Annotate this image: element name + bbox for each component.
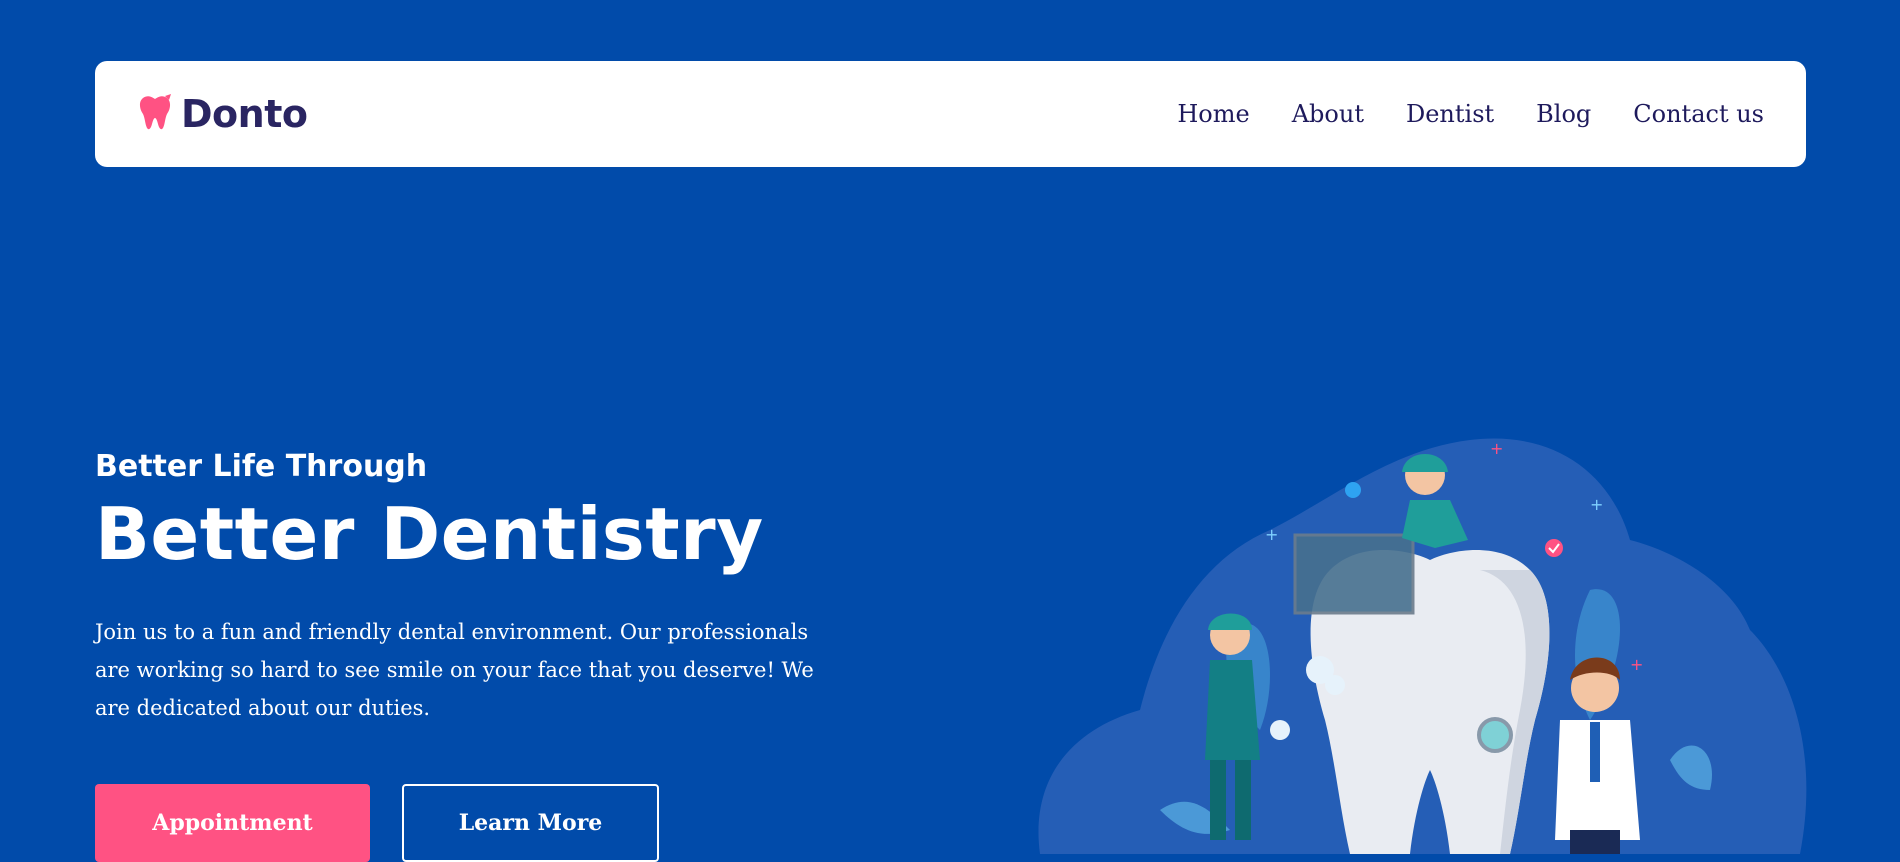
magnifier-icon — [1477, 717, 1513, 753]
nav-contact[interactable]: Contact us — [1633, 100, 1764, 128]
foam-bubble — [1325, 675, 1345, 695]
sparkle-plus: + — [1490, 439, 1503, 458]
sparkle-plus: + — [1590, 495, 1603, 514]
foam-bubble — [1270, 720, 1290, 740]
sparkle-plus: + — [1630, 655, 1643, 674]
hero-description: Join us to a fun and friendly dental env… — [95, 619, 814, 720]
check-badge-icon — [1545, 539, 1563, 557]
nurse-body — [1205, 660, 1260, 760]
xray-board — [1293, 533, 1415, 615]
hero-section: Better Life Through Better Dentistry Joi… — [95, 450, 815, 727]
nurse-leg-right — [1235, 760, 1251, 840]
tooth-icon — [135, 92, 175, 136]
sparkle-dot — [1345, 482, 1361, 498]
hero-eyebrow: Better Life Through — [95, 449, 428, 484]
main-nav: Home About Dentist Blog Contact us — [1177, 100, 1764, 128]
doctor-pants — [1570, 830, 1620, 854]
learn-more-button[interactable]: Learn More — [402, 784, 659, 862]
nav-about[interactable]: About — [1292, 100, 1364, 128]
nav-blog[interactable]: Blog — [1536, 100, 1591, 128]
nurse-leg-left — [1210, 760, 1226, 840]
nav-dentist[interactable]: Dentist — [1406, 100, 1494, 128]
hero-buttons: Appointment Learn More — [95, 784, 659, 862]
navbar: Donto Home About Dentist Blog Contact us — [95, 61, 1806, 167]
brand-logo[interactable]: Donto — [135, 92, 308, 136]
brand-name: Donto — [181, 92, 308, 136]
sparkle-plus: + — [1265, 525, 1278, 544]
nav-home[interactable]: Home — [1177, 100, 1249, 128]
dentist-team-illustration: + + + + — [1030, 430, 1810, 854]
hero-headline: Better Dentistry — [95, 492, 764, 576]
appointment-button[interactable]: Appointment — [95, 784, 370, 862]
doctor-tie — [1590, 722, 1600, 782]
